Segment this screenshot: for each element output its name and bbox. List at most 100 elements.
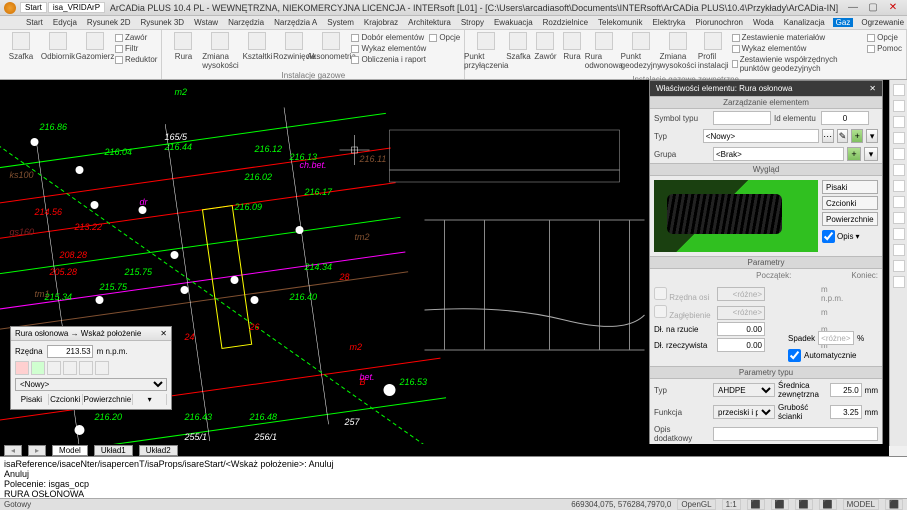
ribbon-small[interactable]: Zestawienie materiałów xyxy=(732,33,865,42)
ribbon-small[interactable]: Wykaz elementów xyxy=(351,44,426,53)
menu-item[interactable]: Narzędzia xyxy=(226,18,266,27)
menu-item[interactable]: Rysunek 3D xyxy=(139,18,187,27)
param-input[interactable] xyxy=(717,322,765,336)
ribbon-btn[interactable]: Rura odwonowa xyxy=(587,32,621,70)
surfaces-tab[interactable]: Powierzchnie xyxy=(83,394,134,405)
tool-btn[interactable] xyxy=(893,228,905,240)
menu-item[interactable]: Wstaw xyxy=(192,18,220,27)
add-button[interactable]: + xyxy=(851,129,863,143)
tool-icon[interactable] xyxy=(31,361,45,375)
menu-item[interactable]: Edycja xyxy=(51,18,79,27)
menu-item[interactable]: Telekomunik xyxy=(596,18,644,27)
command-console[interactable]: isaReference/isaceNter/isapercenT/isaPro… xyxy=(0,456,907,498)
auto-checkbox[interactable] xyxy=(788,349,801,362)
tool-btn[interactable] xyxy=(893,116,905,128)
menu-item[interactable]: Rozdzielnice xyxy=(541,18,590,27)
menu-item[interactable]: Ogrzewanie xyxy=(859,18,906,27)
menu-item[interactable]: System xyxy=(325,18,356,27)
surfaces-button[interactable]: Powierzchnie xyxy=(822,212,878,226)
material-select[interactable]: AHDPE xyxy=(713,383,775,397)
tool-btn[interactable] xyxy=(893,132,905,144)
render-mode[interactable]: OpenGL xyxy=(677,499,715,510)
ribbon-btn[interactable]: Zawór xyxy=(534,32,558,61)
id-input[interactable] xyxy=(821,111,869,125)
ribbon-btn[interactable]: Gazomierz xyxy=(78,32,112,61)
desc-checkbox[interactable] xyxy=(822,230,835,243)
tool-icon[interactable] xyxy=(47,361,61,375)
scale-chip[interactable]: 1:1 xyxy=(722,499,741,510)
dropdown-icon[interactable]: ▾ xyxy=(855,232,859,241)
slope-input[interactable] xyxy=(818,331,854,345)
ribbon-small[interactable]: Wykaz elementów xyxy=(732,44,865,53)
tool-btn[interactable] xyxy=(893,212,905,224)
menu-item[interactable]: Architektura xyxy=(406,18,453,27)
menu-item[interactable]: Start xyxy=(24,18,45,27)
tool-btn[interactable] xyxy=(893,84,905,96)
fonts-button[interactable]: Czcionki xyxy=(822,196,878,210)
snap-chip[interactable]: ⬛ xyxy=(795,499,813,510)
space-chip[interactable]: MODEL xyxy=(843,499,879,510)
ribbon-btn[interactable]: Rura xyxy=(166,32,200,61)
tool-btn[interactable] xyxy=(893,164,905,176)
menu-item[interactable]: Elektryka xyxy=(650,18,687,27)
tab-model[interactable]: Model xyxy=(52,445,88,456)
snap-chip[interactable]: ⬛ xyxy=(885,499,903,510)
tool-icon[interactable] xyxy=(63,361,77,375)
dropdown-icon[interactable]: ▾ xyxy=(133,394,167,405)
ribbon-btn[interactable]: Punkt przyłączenia xyxy=(469,32,503,70)
ribbon-btn[interactable]: Zmiana wysokości xyxy=(203,32,237,70)
snap-chip[interactable]: ⬛ xyxy=(747,499,765,510)
group-input[interactable] xyxy=(713,147,844,161)
tool-btn[interactable] xyxy=(893,180,905,192)
ribbon-small[interactable]: Opcje xyxy=(867,33,902,42)
close-icon[interactable]: ✕ xyxy=(869,84,876,93)
elevation-input[interactable] xyxy=(47,345,93,358)
ribbon-small[interactable]: Dobór elementów xyxy=(351,33,426,42)
menu-item[interactable]: Krajobraz xyxy=(362,18,400,27)
minimize-button[interactable]: — xyxy=(843,2,863,13)
tool-btn[interactable] xyxy=(893,276,905,288)
ribbon-btn[interactable]: Aksonometria xyxy=(314,32,348,61)
panel-header[interactable]: Właściwości elementu: Rura osłonowa ✕ xyxy=(650,81,882,96)
ribbon-btn[interactable]: Profil instalacji xyxy=(698,32,729,70)
desc-input[interactable] xyxy=(713,427,878,441)
symbol-input[interactable] xyxy=(713,111,771,125)
tool-icon[interactable] xyxy=(15,361,29,375)
diameter-input[interactable] xyxy=(830,383,862,397)
more-button[interactable]: ▾ xyxy=(864,147,878,161)
menu-item-active[interactable]: Gaz xyxy=(833,18,854,27)
type-input[interactable] xyxy=(703,129,819,143)
close-icon[interactable]: ✕ xyxy=(160,329,167,338)
doc-tab[interactable]: isa_VRIDArP xyxy=(48,2,105,13)
layout-tabs[interactable]: ◂ ▸ Model Układ1 Układ2 xyxy=(0,444,889,456)
ribbon-btn[interactable]: Zmiana wysokości xyxy=(661,32,695,70)
more-button[interactable]: ▾ xyxy=(866,129,878,143)
dropdown-button[interactable]: ⋯ xyxy=(822,129,834,143)
menubar[interactable]: Start Edycja Rysunek 2D Rysunek 3D Wstaw… xyxy=(0,16,907,30)
ribbon-small[interactable]: Reduktor xyxy=(115,55,157,64)
ribbon-small[interactable]: Opcje xyxy=(429,33,460,42)
param-input[interactable] xyxy=(717,338,765,352)
menu-item[interactable]: Woda xyxy=(751,18,776,27)
edit-button[interactable]: ✎ xyxy=(837,129,849,143)
function-select[interactable]: przeciski i przewierty xyxy=(713,405,775,419)
tab-next-icon[interactable]: ▸ xyxy=(28,445,46,456)
menu-item[interactable]: Kanalizacja xyxy=(782,18,827,27)
menu-item[interactable]: Narzędzia A xyxy=(272,18,319,27)
ribbon-btn[interactable]: Kształtki xyxy=(240,32,274,61)
ribbon-small[interactable]: Zawór xyxy=(115,33,157,42)
pens-tab[interactable]: Pisaki xyxy=(15,394,49,405)
doc-tab[interactable]: Start xyxy=(20,2,47,13)
pens-button[interactable]: Pisaki xyxy=(822,180,878,194)
ribbon-small[interactable]: Filtr xyxy=(115,44,157,53)
tool-icon[interactable] xyxy=(79,361,93,375)
menu-item[interactable]: Ewakuacja xyxy=(492,18,535,27)
snap-chip[interactable]: ⬛ xyxy=(771,499,789,510)
menu-item[interactable]: Piorunochron xyxy=(693,18,745,27)
style-select[interactable]: <Nowy> xyxy=(15,378,167,391)
ribbon-small[interactable]: Obliczenia i raport xyxy=(351,55,426,64)
ribbon-btn[interactable]: Szafka xyxy=(506,32,530,61)
tool-btn[interactable] xyxy=(893,100,905,112)
doc-tabs[interactable]: Start isa_VRIDArP xyxy=(20,2,105,13)
maximize-button[interactable]: ▢ xyxy=(863,2,883,13)
